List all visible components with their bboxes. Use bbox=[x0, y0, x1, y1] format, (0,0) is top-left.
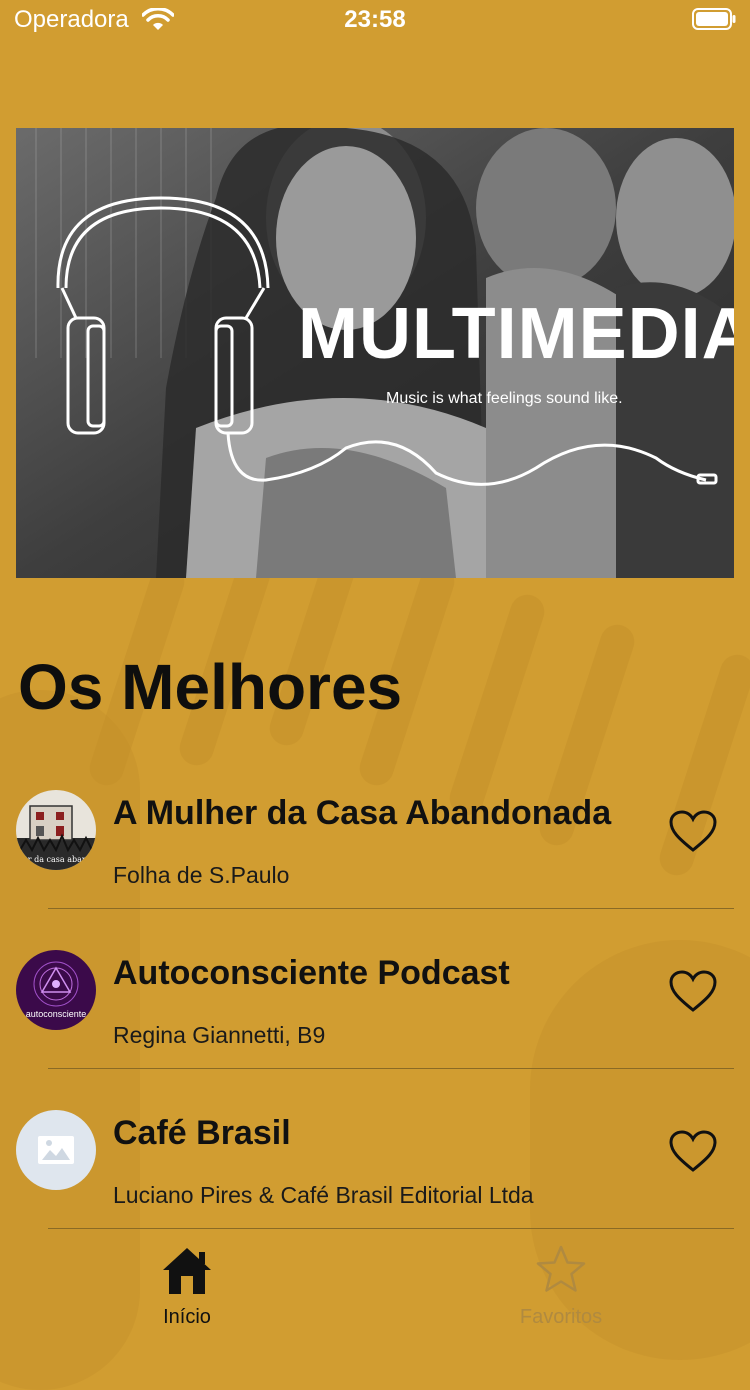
svg-text:autoconsciente: autoconsciente bbox=[26, 1009, 87, 1019]
heart-icon[interactable] bbox=[668, 810, 718, 854]
list-item[interactable]: Café Brasil Luciano Pires & Café Brasil … bbox=[0, 1090, 750, 1250]
podcast-list: a mulher da casa abandonada A Mulher da … bbox=[0, 770, 750, 1250]
podcast-avatar: a mulher da casa abandonada bbox=[16, 790, 96, 870]
banner-tagline: Music is what feelings sound like. bbox=[386, 390, 623, 407]
tab-home-label: Início bbox=[163, 1306, 211, 1328]
podcast-title: A Mulher da Casa Abandonada bbox=[113, 794, 612, 832]
svg-text:a mulher da casa abandonada: a mulher da casa abandonada bbox=[16, 855, 96, 864]
image-placeholder-icon bbox=[16, 1110, 96, 1190]
divider bbox=[48, 1068, 734, 1069]
divider bbox=[48, 1228, 734, 1229]
banner-title: MULTIMEDIA bbox=[298, 294, 734, 374]
heart-icon[interactable] bbox=[668, 970, 718, 1014]
podcast-avatar bbox=[16, 1110, 96, 1190]
podcast-title: Autoconsciente Podcast bbox=[113, 954, 510, 992]
podcast-title: Café Brasil bbox=[113, 1114, 291, 1152]
status-bar: Operadora 23:58 bbox=[0, 0, 750, 40]
clock: 23:58 bbox=[344, 6, 406, 33]
podcast-author: Regina Giannetti, B9 bbox=[113, 1022, 326, 1048]
tab-favorites-label: Favoritos bbox=[519, 1306, 603, 1328]
tab-home[interactable]: Início bbox=[87, 1244, 287, 1329]
podcast-avatar: autoconsciente bbox=[16, 950, 96, 1030]
tab-bar: Início Favoritos bbox=[0, 1230, 750, 1334]
divider bbox=[48, 908, 734, 909]
star-icon bbox=[536, 1245, 586, 1292]
hero-banner: MULTIMEDIA Music is what feelings sound … bbox=[16, 128, 734, 578]
battery-icon bbox=[692, 8, 736, 30]
tab-favorites[interactable]: Favoritos bbox=[461, 1244, 661, 1329]
podcast-author: Folha de S.Paulo bbox=[113, 862, 290, 888]
podcast-author: Luciano Pires & Café Brasil Editorial Lt… bbox=[113, 1182, 534, 1208]
heart-icon[interactable] bbox=[668, 1130, 718, 1174]
list-item[interactable]: autoconsciente Autoconsciente Podcast Re… bbox=[0, 930, 750, 1090]
home-icon bbox=[163, 1248, 211, 1294]
list-item[interactable]: a mulher da casa abandonada A Mulher da … bbox=[0, 770, 750, 930]
section-title: Os Melhores bbox=[18, 651, 403, 723]
